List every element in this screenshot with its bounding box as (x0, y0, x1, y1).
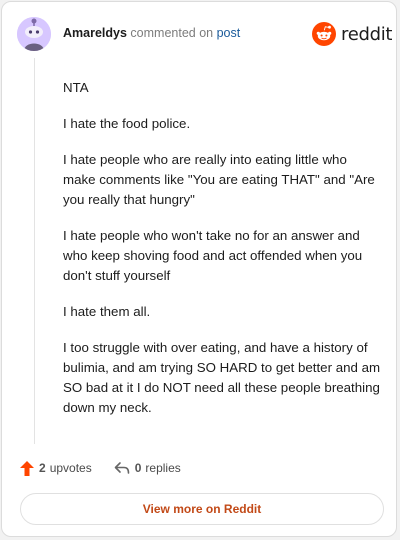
thread-line (34, 58, 35, 444)
username[interactable]: Amareldys (63, 26, 127, 40)
comment-paragraph: I too struggle with over eating, and hav… (63, 340, 381, 415)
action-text: commented on (130, 26, 214, 40)
comment-actions: 2 upvotes 0 replies (20, 458, 181, 478)
reddit-alien-icon (312, 22, 336, 46)
comment-paragraph: I hate people who won't take no for an a… (63, 228, 363, 283)
comment-paragraph: I hate the food police. (63, 116, 191, 131)
reply-arrow-icon (114, 461, 130, 475)
reply-button[interactable]: 0 replies (114, 461, 181, 475)
comment-body: NTA I hate the food police. I hate peopl… (63, 78, 383, 434)
comment-paragraph: I hate people who are really into eating… (63, 152, 375, 207)
replies-count: 0 (134, 461, 142, 475)
view-more-on-reddit-button[interactable]: View more on Reddit (20, 493, 384, 525)
upvotes-count: 2 (39, 461, 46, 475)
comment-card: Amareldys commented on post reddit NTA I… (1, 1, 397, 537)
avatar[interactable] (17, 17, 51, 51)
reddit-logo[interactable]: reddit (312, 22, 393, 46)
post-link[interactable]: post (217, 26, 241, 40)
replies-label: replies (145, 461, 181, 475)
upvotes-label: upvotes (49, 461, 92, 475)
reddit-wordmark: reddit (341, 23, 393, 45)
comment-paragraph: I hate them all. (63, 304, 151, 319)
upvote-arrow-icon (20, 460, 34, 476)
snoo-avatar-icon (17, 17, 51, 51)
comment-header: Amareldys commented on post (63, 26, 240, 40)
comment-paragraph: NTA (63, 80, 89, 95)
upvote-button[interactable]: 2 upvotes (20, 460, 92, 476)
